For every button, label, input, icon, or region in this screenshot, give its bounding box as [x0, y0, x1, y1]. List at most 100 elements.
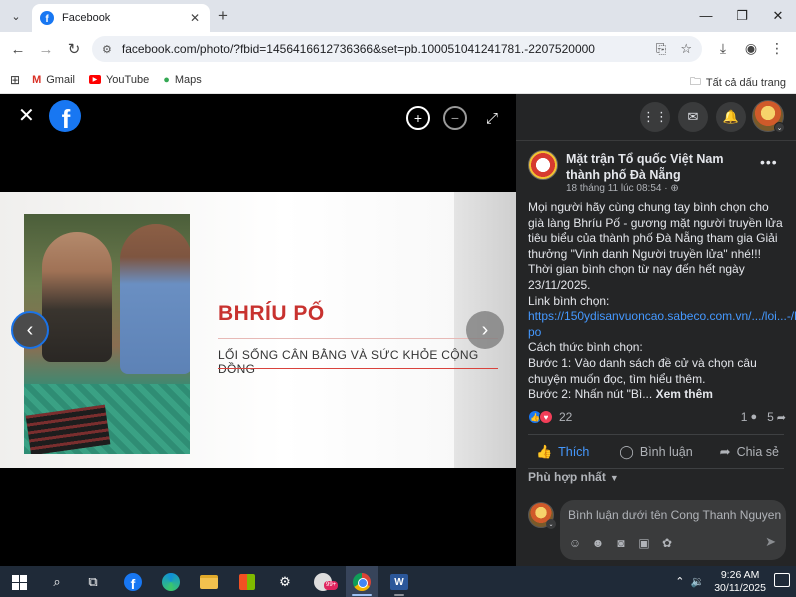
post-photo: BHRÍU PỐ LỐI SỐNG CÂN BẰNG VÀ SỨC KHỎE C… — [0, 192, 516, 468]
commenter-chevron-icon[interactable]: ⌄ — [546, 519, 556, 529]
post-panel: ⋮⋮ ✉ 🔔 ⌄ Mặt trận Tổ quốc Việt Nam thành… — [516, 94, 796, 566]
close-window-icon[interactable]: ✕ — [768, 8, 788, 24]
reload-icon[interactable]: ↻ — [60, 40, 88, 58]
restore-icon[interactable]: ❐ — [732, 8, 752, 24]
tab-title: Facebook — [62, 12, 111, 24]
previous-photo-chevron-icon[interactable]: ‹ — [11, 311, 49, 349]
caret-down-icon: ▼ — [609, 473, 619, 483]
edge-icon[interactable] — [160, 571, 182, 593]
bookmark-youtube[interactable]: ▶ YouTube — [88, 73, 150, 86]
bookmark-gmail[interactable]: M Gmail — [32, 74, 75, 86]
share-button[interactable]: ➦ Chia sẻ — [703, 436, 796, 468]
close-viewer-icon[interactable]: ✕ — [18, 106, 35, 126]
photo-underline — [218, 368, 498, 369]
send-comment-icon[interactable]: ➤ — [765, 534, 776, 550]
share-count[interactable]: 5 — [767, 410, 774, 424]
people-app-icon[interactable]: 99+ — [312, 571, 339, 593]
clock-time: 9:26 AM — [720, 568, 760, 581]
see-more-link[interactable]: Xem thêm — [656, 387, 713, 401]
post-actions: 👍 Thích ◯ Bình luận ➦ Chia sẻ — [516, 436, 796, 468]
clock[interactable]: 9:26 AM 30/11/2025 — [714, 569, 766, 595]
account-chevron-icon[interactable]: ⌄ — [774, 122, 785, 133]
post-body: Mọi người hãy cùng chung tay bình chọn c… — [528, 200, 796, 403]
back-arrow-icon[interactable]: ← — [4, 41, 32, 58]
tab-search-chevron-icon[interactable]: ⌄ — [6, 6, 26, 26]
post-author[interactable]: Mặt trận Tổ quốc Việt Nam thành phố Đà N… — [566, 151, 756, 183]
like-button[interactable]: 👍 Thích — [516, 436, 609, 468]
microsoft-store-icon[interactable] — [236, 571, 258, 593]
chrome-icon[interactable] — [351, 571, 373, 593]
avatar-sticker-icon[interactable]: ☺ — [568, 536, 582, 550]
forward-arrow-icon[interactable]: → — [32, 41, 60, 58]
share-arrow-icon: ➦ — [776, 411, 786, 424]
post-stats: 1 ● 5 ➦ — [741, 410, 786, 424]
tab-close-icon[interactable]: ✕ — [188, 11, 202, 25]
browser-toolbar: ← → ↻ ⚙ facebook.com/photo/?fbid=1456416… — [0, 32, 796, 66]
system-tray: ⌃ 🔉 9:26 AM 30/11/2025 — [675, 566, 766, 597]
profile-icon[interactable]: ◉ — [742, 40, 760, 57]
sticker-icon[interactable]: ✿ — [660, 536, 674, 550]
page-avatar[interactable] — [528, 150, 558, 180]
download-icon[interactable]: ⤓ — [714, 40, 732, 57]
clock-date: 30/11/2025 — [714, 581, 766, 594]
reactions-summary[interactable]: 👍 ♥ 22 — [528, 410, 572, 424]
camera-icon[interactable]: ◙ — [614, 536, 628, 550]
install-app-icon[interactable]: ⎘ — [656, 41, 666, 57]
all-bookmarks[interactable]: 🗀 Tất cả dấu trang — [690, 73, 786, 92]
minimize-icon[interactable]: — — [696, 8, 716, 23]
youtube-icon: ▶ — [88, 75, 101, 84]
bookmark-label: YouTube — [105, 73, 150, 86]
windows-start-icon[interactable] — [8, 571, 30, 593]
reaction-count: 22 — [559, 410, 573, 424]
tray-chevron-up-icon[interactable]: ⌃ — [675, 575, 684, 588]
volume-icon[interactable]: 🔉 — [691, 575, 705, 588]
photo-image — [24, 214, 190, 454]
messenger-icon[interactable]: ✉ — [678, 102, 708, 132]
photo-viewer: ✕ f + − ⤢ BHRÍU PỐ LỐI SỐNG CÂN BẰNG VÀ … — [0, 94, 516, 566]
folder-icon: 🗀 — [689, 76, 701, 88]
bookmark-star-icon[interactable]: ☆ — [680, 41, 692, 57]
comment-count[interactable]: 1 — [741, 410, 748, 424]
photo-divider — [218, 338, 498, 339]
comment-input[interactable] — [568, 508, 782, 522]
comment-button[interactable]: ◯ Bình luận — [609, 436, 702, 468]
bookmark-maps[interactable]: ● Maps — [163, 74, 202, 86]
facebook-app-icon[interactable]: f — [122, 571, 144, 593]
post-paragraph: Cách thức bình chọn: — [528, 340, 643, 355]
comment-sort-dropdown[interactable]: Phù hợp nhất ▼ — [528, 470, 619, 484]
gif-icon[interactable]: ▣ — [637, 536, 651, 550]
file-explorer-icon[interactable] — [198, 571, 220, 593]
menu-grid-icon[interactable]: ⋮⋮ — [640, 102, 670, 132]
post-timestamp[interactable]: 18 tháng 11 lúc 08:54 · ⊕ — [566, 183, 679, 194]
emoji-icon[interactable]: ☻ — [591, 536, 605, 550]
address-bar[interactable]: ⚙ facebook.com/photo/?fbid=1456416612736… — [92, 36, 702, 62]
comment-composer: ☺ ☻ ◙ ▣ ✿ ➤ — [560, 500, 786, 560]
next-photo-chevron-icon[interactable]: › — [466, 311, 504, 349]
zoom-in-icon[interactable]: + — [406, 106, 430, 130]
new-tab-plus-icon[interactable]: + — [218, 7, 228, 24]
word-icon[interactable]: W — [388, 571, 410, 593]
bookmark-label: Maps — [174, 73, 202, 86]
vote-link[interactable]: https://150ydisanvuoncao.sabeco.com.vn/.… — [528, 309, 796, 339]
notification-badge: 99+ — [324, 581, 339, 590]
url-text[interactable]: facebook.com/photo/?fbid=145641661273636… — [122, 42, 642, 56]
fullscreen-icon[interactable]: ⤢ — [480, 106, 504, 130]
facebook-logo-icon[interactable]: f — [49, 100, 81, 132]
post-paragraph: Bước 1: Vào danh sách đề cử và chọn câu … — [528, 355, 757, 386]
notification-center-icon[interactable] — [774, 573, 790, 587]
site-settings-icon[interactable]: ⚙ — [102, 43, 112, 56]
notifications-bell-icon[interactable]: 🔔 — [716, 102, 746, 132]
apps-grid-icon[interactable]: ⊞ — [10, 73, 20, 87]
zoom-out-icon[interactable]: − — [443, 106, 467, 130]
globe-icon: ⊕ — [670, 183, 679, 194]
love-reaction-icon: ♥ — [539, 410, 553, 424]
post-options-icon[interactable]: ••• — [760, 154, 778, 170]
photo-subtitle: LỐI SỐNG CÂN BẰNG VÀ SỨC KHỎE CỘNG ĐỒNG — [218, 348, 479, 376]
tab-facebook[interactable]: f Facebook ✕ — [32, 4, 210, 32]
menu-kebab-icon[interactable]: ⋮ — [768, 40, 786, 57]
task-view-icon[interactable]: ⧉ — [82, 571, 104, 593]
settings-gear-icon[interactable]: ⚙ — [274, 571, 296, 593]
share-icon: ➦ — [719, 444, 731, 459]
comment-tools: ☺ ☻ ◙ ▣ ✿ — [568, 536, 683, 550]
search-icon[interactable]: ⌕ — [46, 571, 68, 593]
